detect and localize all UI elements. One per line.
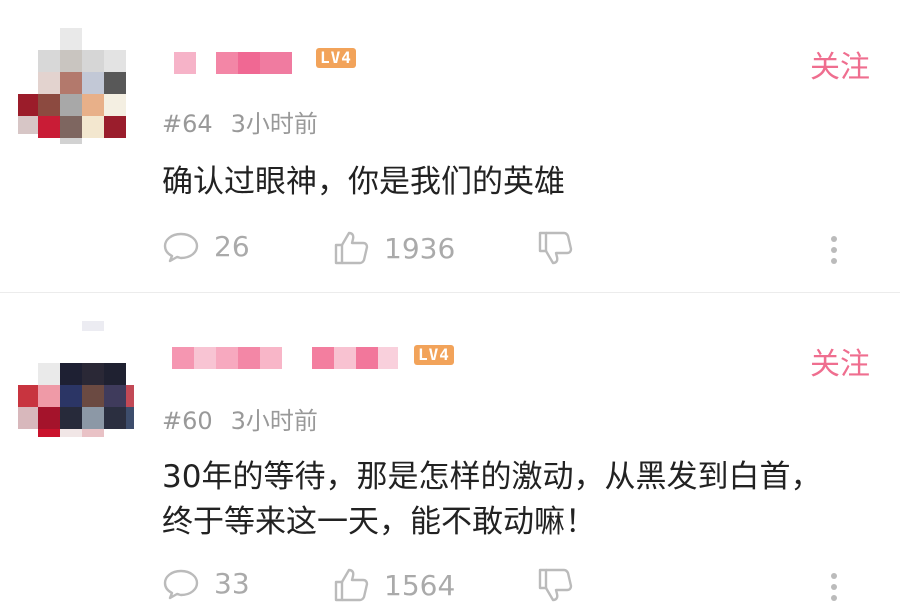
comment-actions: 26 1936 <box>162 230 882 270</box>
thumbs-up-icon <box>334 568 369 602</box>
reply-count: 26 <box>214 230 250 263</box>
like-button[interactable]: 1936 <box>332 230 455 266</box>
comment-item: LV4 关注 #60 3小时前 30年的等待，那是怎样的激动，从黑发到白首，终于等… <box>0 293 900 609</box>
comment-item: LV4 关注 #64 3小时前 确认过眼神，你是我们的英雄 26 1936 <box>0 0 900 292</box>
thumbs-up-icon <box>334 231 369 265</box>
floor-number: #64 <box>162 110 213 138</box>
comment-icon <box>163 569 199 599</box>
reply-button[interactable]: 26 <box>162 230 250 263</box>
like-count: 1564 <box>384 568 456 602</box>
follow-button[interactable]: 关注 <box>810 42 870 86</box>
timestamp: 3小时前 <box>230 407 318 435</box>
dislike-button[interactable] <box>536 230 588 266</box>
comment-meta: #60 3小时前 <box>162 401 336 436</box>
comment-text: 确认过眼神，你是我们的英雄 <box>162 164 565 200</box>
username-redacted[interactable] <box>172 52 302 74</box>
thumbs-down-icon <box>538 568 573 602</box>
comment-actions: 33 1564 <box>162 567 882 607</box>
reply-button[interactable]: 33 <box>162 567 250 600</box>
comment-text: 30年的等待，那是怎样的激动，从黑发到白首，终于等来这一天，能不敢动嘛！ <box>162 459 822 540</box>
more-vertical-icon[interactable] <box>828 567 840 607</box>
dislike-button[interactable] <box>536 567 588 603</box>
timestamp: 3小时前 <box>230 110 318 138</box>
username-redacted[interactable] <box>172 347 398 369</box>
comment-meta: #64 3小时前 <box>162 104 336 139</box>
thumbs-down-icon <box>538 231 573 265</box>
avatar[interactable] <box>18 28 134 144</box>
avatar[interactable] <box>18 321 134 437</box>
floor-number: #60 <box>162 407 213 435</box>
reply-count: 33 <box>214 567 250 600</box>
like-button[interactable]: 1564 <box>332 567 455 603</box>
level-badge: LV4 <box>316 48 356 68</box>
comment-icon <box>163 232 199 262</box>
more-vertical-icon[interactable] <box>828 230 840 270</box>
follow-button[interactable]: 关注 <box>810 339 870 383</box>
level-badge: LV4 <box>414 345 454 365</box>
like-count: 1936 <box>384 231 456 265</box>
